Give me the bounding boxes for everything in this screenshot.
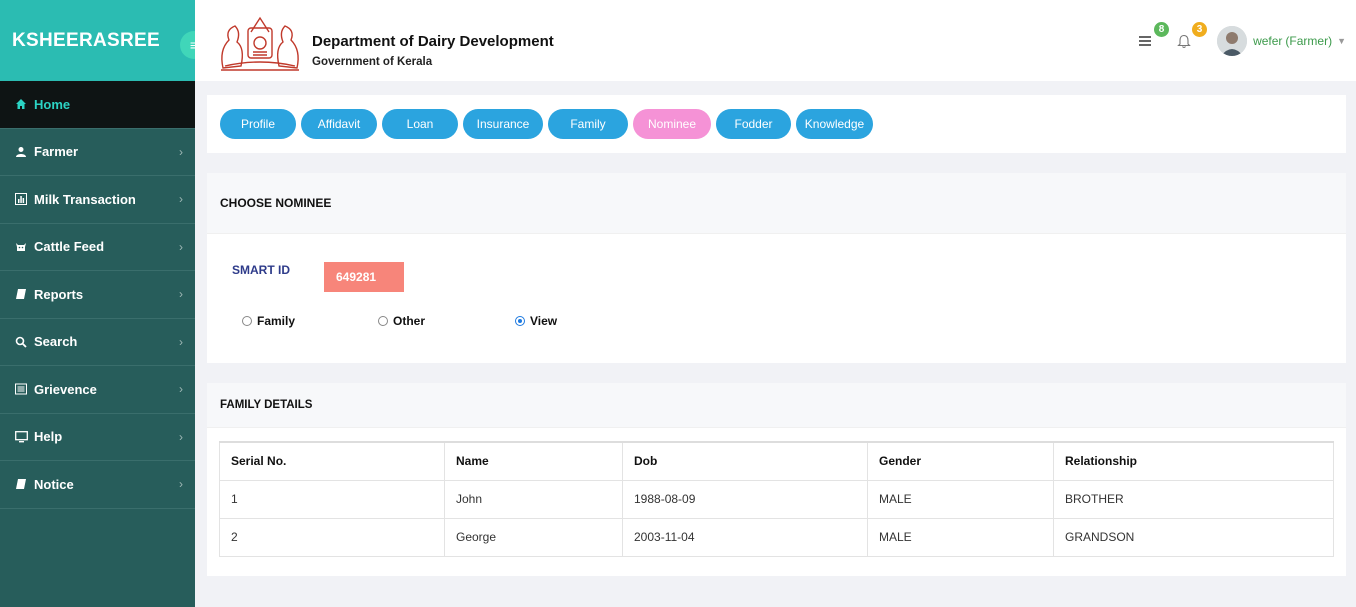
sidebar-item-notice[interactable]: Notice › bbox=[0, 461, 195, 509]
sidebar-item-label: Home bbox=[34, 96, 71, 112]
sidebar-item-label: Cattle Feed bbox=[34, 239, 105, 255]
messages-badge: 8 bbox=[1154, 22, 1170, 37]
list-icon bbox=[14, 383, 28, 395]
chevron-right-icon: › bbox=[179, 287, 183, 302]
bell-icon bbox=[1177, 34, 1191, 48]
column-header: Relationship bbox=[1053, 441, 1334, 481]
radio-family-label: Family bbox=[257, 314, 296, 328]
sidebar-item-grievence[interactable]: Grievence › bbox=[0, 366, 195, 414]
tab-knowledge[interactable]: Knowledge bbox=[796, 109, 873, 139]
messages-button[interactable]: 8 bbox=[1135, 22, 1170, 52]
table-row: 2 George 2003-11-04 MALE GRANDSON bbox=[219, 517, 1334, 557]
department-subtitle: Government of Kerala bbox=[312, 56, 433, 68]
chevron-right-icon: › bbox=[179, 239, 183, 254]
column-header: Name bbox=[444, 441, 623, 481]
sidebar: Home Farmer › Milk Transaction › Cattle … bbox=[0, 81, 195, 607]
sidebar-item-help[interactable]: Help › bbox=[0, 414, 195, 461]
table-cell: MALE bbox=[867, 479, 1054, 519]
radio-view[interactable]: View bbox=[515, 314, 557, 328]
smart-id-value: 649281 bbox=[324, 262, 404, 292]
chevron-down-icon[interactable]: ▼ bbox=[1337, 36, 1346, 46]
radio-circle[interactable] bbox=[242, 316, 252, 326]
sidebar-item-home[interactable]: Home bbox=[0, 81, 195, 129]
book-icon bbox=[14, 288, 28, 300]
sidebar-item-label: Milk Transaction bbox=[34, 191, 136, 207]
table-cell: BROTHER bbox=[1053, 479, 1334, 519]
family-details-heading: FAMILY DETAILS bbox=[207, 383, 1346, 428]
sidebar-item-label: Search bbox=[34, 334, 78, 350]
notifications-badge: 3 bbox=[1192, 22, 1208, 37]
tab-insurance[interactable]: Insurance bbox=[463, 109, 543, 139]
chevron-right-icon: › bbox=[179, 429, 183, 444]
column-header: Serial No. bbox=[219, 441, 445, 481]
monitor-icon bbox=[14, 430, 28, 443]
tab-loan[interactable]: Loan bbox=[382, 109, 458, 139]
choose-nominee-heading: CHOOSE NOMINEE bbox=[207, 173, 1346, 234]
radio-other[interactable]: Other bbox=[378, 314, 425, 328]
table-cell: 1 bbox=[219, 479, 445, 519]
chevron-right-icon: › bbox=[179, 334, 183, 349]
sidebar-item-label: Reports bbox=[34, 286, 84, 302]
chevron-right-icon: › bbox=[179, 382, 183, 397]
user-avatar[interactable] bbox=[1217, 26, 1248, 56]
table-cell: MALE bbox=[867, 517, 1054, 557]
table-cell: GRANDSON bbox=[1053, 517, 1334, 557]
radio-family[interactable]: Family bbox=[242, 314, 295, 328]
messages-icon bbox=[1139, 36, 1152, 46]
chevron-right-icon: › bbox=[179, 192, 183, 207]
user-name[interactable]: wefer bbox=[1253, 34, 1282, 48]
top-header: Department of Dairy Development Governme… bbox=[195, 0, 1356, 81]
table-cell: 2 bbox=[219, 517, 445, 557]
table-header-row: Serial No. Name Dob Gender Relationship bbox=[219, 441, 1334, 481]
sidebar-item-reports[interactable]: Reports › bbox=[0, 271, 195, 319]
table-row: 1 John 1988-08-09 MALE BROTHER bbox=[219, 479, 1334, 519]
user-role[interactable]: (Farmer) bbox=[1285, 34, 1332, 48]
sidebar-item-label: Notice bbox=[34, 476, 74, 492]
sidebar-item-farmer[interactable]: Farmer › bbox=[0, 129, 195, 176]
table-cell: 1988-08-09 bbox=[622, 479, 868, 519]
radio-circle-selected[interactable] bbox=[515, 316, 525, 326]
sidebar-item-cattle-feed[interactable]: Cattle Feed › bbox=[0, 224, 195, 271]
book-icon bbox=[14, 478, 28, 490]
brand-name: KSHEERASREE bbox=[12, 29, 160, 51]
cattle-icon bbox=[14, 241, 28, 253]
brand-logo[interactable]: KSHEERASREE bbox=[0, 0, 195, 81]
sidebar-item-label: Grievence bbox=[34, 381, 97, 397]
user-icon bbox=[14, 146, 28, 158]
department-title: Department of Dairy Development bbox=[312, 33, 554, 50]
family-table: Serial No. Name Dob Gender Relationship … bbox=[219, 441, 1334, 557]
table-cell: George bbox=[444, 517, 623, 557]
smart-id-label: SMART ID bbox=[232, 263, 290, 277]
radio-view-label: View bbox=[530, 314, 558, 328]
radio-circle[interactable] bbox=[378, 316, 388, 326]
family-details-panel: FAMILY DETAILS Serial No. Name Dob Gende… bbox=[207, 383, 1346, 576]
search-icon bbox=[14, 336, 28, 348]
column-header: Dob bbox=[622, 441, 868, 481]
column-header: Gender bbox=[867, 441, 1054, 481]
sidebar-item-search[interactable]: Search › bbox=[0, 319, 195, 366]
chevron-right-icon: › bbox=[179, 144, 183, 159]
home-icon bbox=[14, 98, 28, 110]
tab-fodder[interactable]: Fodder bbox=[716, 109, 791, 139]
choose-nominee-panel: CHOOSE NOMINEE SMART ID 649281 Family Ot… bbox=[207, 173, 1346, 363]
tab-family[interactable]: Family bbox=[548, 109, 628, 139]
table-cell: John bbox=[444, 479, 623, 519]
sidebar-item-label: Help bbox=[34, 429, 63, 445]
tab-profile[interactable]: Profile bbox=[220, 109, 296, 139]
sidebar-item-milk-transaction[interactable]: Milk Transaction › bbox=[0, 176, 195, 224]
sidebar-item-label: Farmer bbox=[34, 144, 79, 160]
table-cell: 2003-11-04 bbox=[622, 517, 868, 557]
bar-chart-icon bbox=[14, 193, 28, 206]
kerala-emblem-logo bbox=[215, 10, 305, 74]
chevron-right-icon: › bbox=[179, 477, 183, 492]
radio-other-label: Other bbox=[393, 314, 426, 328]
tab-affidavit[interactable]: Affidavit bbox=[301, 109, 377, 139]
section-tabs: Profile Affidavit Loan Insurance Family … bbox=[207, 95, 1346, 153]
notifications-button[interactable]: 3 bbox=[1173, 22, 1208, 52]
tab-nominee[interactable]: Nominee bbox=[633, 109, 711, 139]
